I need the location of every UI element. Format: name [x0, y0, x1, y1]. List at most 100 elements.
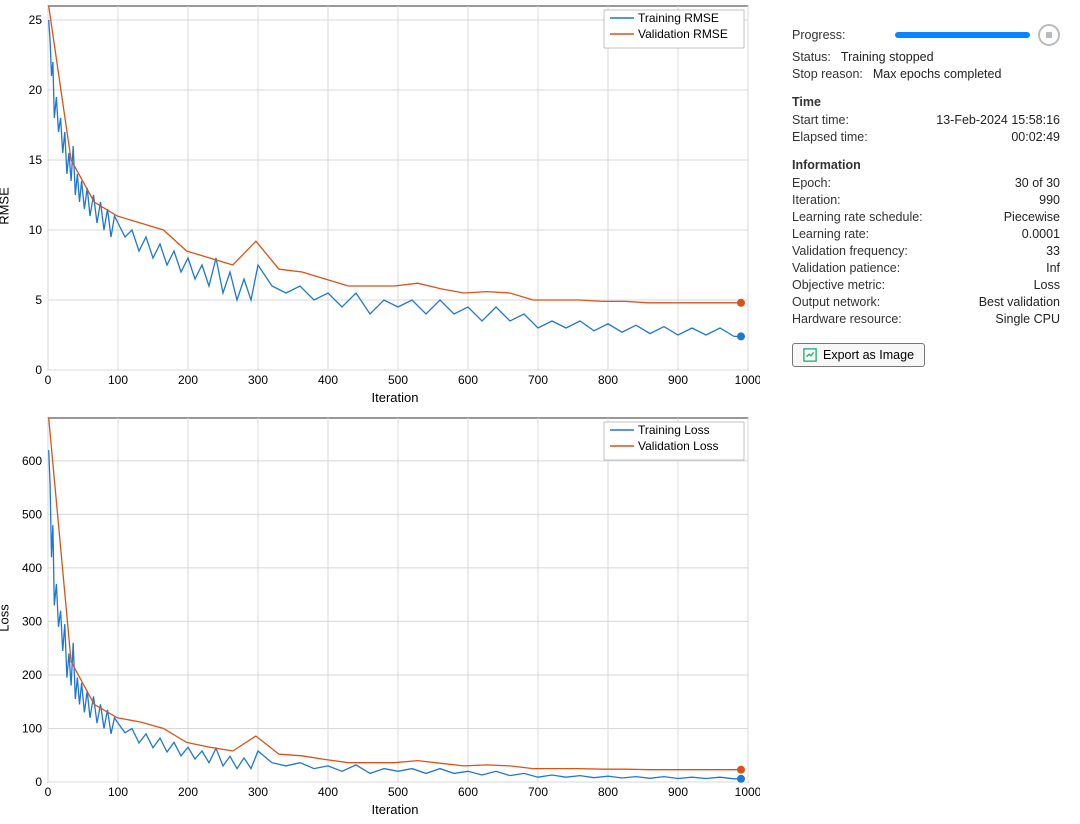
- svg-text:100: 100: [108, 785, 128, 799]
- svg-text:Validation RMSE: Validation RMSE: [638, 27, 728, 41]
- rmse-xlabel: Iteration: [10, 390, 780, 405]
- svg-text:300: 300: [248, 785, 268, 799]
- starttime-label: Start time:: [792, 113, 849, 127]
- svg-text:Validation Loss: Validation Loss: [638, 439, 719, 453]
- rmse-ylabel: RMSE: [0, 187, 12, 225]
- lr-row: Learning rate: 0.0001: [792, 227, 1060, 241]
- stopreason-value: Max epochs completed: [863, 67, 1060, 81]
- iter-label: Iteration:: [792, 193, 841, 207]
- om-row: Objective metric: Loss: [792, 278, 1060, 292]
- epoch-value: 30 of 30: [1015, 176, 1060, 190]
- vf-value: 33: [1046, 244, 1060, 258]
- status-label: Status:: [792, 50, 831, 64]
- rmse-plot: RMSE 01002003004005006007008009001000051…: [10, 0, 780, 412]
- svg-text:Training Loss: Training Loss: [638, 423, 710, 437]
- svg-text:100: 100: [108, 373, 128, 387]
- svg-text:0: 0: [35, 775, 42, 789]
- loss-svg: 0 100 200 300 400 500 600 700 800 900 1000 0 100 200 3…: [10, 412, 760, 804]
- vp-label: Validation patience:: [792, 261, 900, 275]
- svg-text:Training RMSE: Training RMSE: [638, 11, 719, 25]
- svg-text:1000: 1000: [735, 785, 760, 799]
- app-root: RMSE 01002003004005006007008009001000051…: [0, 0, 1080, 824]
- svg-text:15: 15: [29, 153, 43, 167]
- status-panel: Progress: Status:Training stopped Stop r…: [780, 0, 1080, 824]
- svg-text:300: 300: [248, 373, 268, 387]
- lrs-label: Learning rate schedule:: [792, 210, 923, 224]
- vp-row: Validation patience: Inf: [792, 261, 1060, 275]
- on-row: Output network: Best validation: [792, 295, 1060, 309]
- loss-ylabel: Loss: [0, 604, 12, 631]
- on-label: Output network:: [792, 295, 880, 309]
- stopreason-label: Stop reason:: [792, 67, 863, 81]
- svg-text:20: 20: [29, 83, 43, 97]
- svg-text:900: 900: [668, 785, 688, 799]
- svg-text:5: 5: [35, 293, 42, 307]
- svg-text:0: 0: [45, 785, 52, 799]
- starttime-value: 13-Feb-2024 15:58:16: [936, 113, 1060, 127]
- iter-value: 990: [1039, 193, 1060, 207]
- epoch-row: Epoch: 30 of 30: [792, 176, 1060, 190]
- svg-text:100: 100: [22, 721, 42, 735]
- hr-row: Hardware resource: Single CPU: [792, 312, 1060, 326]
- svg-text:700: 700: [528, 785, 548, 799]
- lr-value: 0.0001: [1022, 227, 1060, 241]
- svg-text:400: 400: [318, 785, 338, 799]
- svg-text:500: 500: [22, 507, 42, 521]
- svg-text:500: 500: [388, 373, 408, 387]
- status-row: Status:Training stopped: [792, 50, 1060, 64]
- progress-fill: [895, 32, 1030, 38]
- om-label: Objective metric:: [792, 278, 885, 292]
- svg-text:1000: 1000: [735, 373, 760, 387]
- stop-icon: [1046, 32, 1052, 38]
- svg-text:600: 600: [458, 373, 478, 387]
- vp-value: Inf: [1046, 261, 1060, 275]
- starttime-row: Start time: 13-Feb-2024 15:58:16: [792, 113, 1060, 127]
- on-value: Best validation: [979, 295, 1060, 309]
- svg-text:0: 0: [35, 363, 42, 377]
- loss-plot: Loss 01002003004005006007008009001000010…: [10, 412, 780, 824]
- elapsed-row: Elapsed time: 00:02:49: [792, 130, 1060, 144]
- progress-row: Progress:: [792, 24, 1060, 46]
- svg-text:700: 700: [528, 373, 548, 387]
- svg-text:10: 10: [29, 223, 43, 237]
- info-heading: Information: [792, 158, 1060, 172]
- charts-pane: RMSE 01002003004005006007008009001000051…: [0, 0, 780, 824]
- progress-bar: [895, 32, 1030, 38]
- lrs-row: Learning rate schedule: Piecewise: [792, 210, 1060, 224]
- svg-text:25: 25: [29, 13, 43, 27]
- stop-button[interactable]: [1038, 24, 1060, 46]
- vf-label: Validation frequency:: [792, 244, 908, 258]
- svg-text:900: 900: [668, 373, 688, 387]
- elapsed-label: Elapsed time:: [792, 130, 868, 144]
- export-label: Export as Image: [823, 348, 914, 362]
- lrs-value: Piecewise: [1004, 210, 1060, 224]
- progress-label: Progress:: [792, 28, 887, 42]
- svg-text:800: 800: [598, 373, 618, 387]
- svg-text:200: 200: [22, 668, 42, 682]
- elapsed-value: 00:02:49: [1011, 130, 1060, 144]
- svg-text:500: 500: [388, 785, 408, 799]
- svg-text:800: 800: [598, 785, 618, 799]
- export-button[interactable]: Export as Image: [792, 343, 925, 367]
- svg-text:400: 400: [318, 373, 338, 387]
- stopreason-row: Stop reason:Max epochs completed: [792, 67, 1060, 81]
- hr-value: Single CPU: [995, 312, 1060, 326]
- svg-text:300: 300: [22, 614, 42, 628]
- export-icon: [803, 348, 817, 362]
- rmse-svg: 0 100 200 300 400 500 600 700 800 900 1000 0 5 10 15 20…: [10, 0, 760, 392]
- iter-row: Iteration: 990: [792, 193, 1060, 207]
- svg-text:600: 600: [458, 785, 478, 799]
- svg-text:0: 0: [45, 373, 52, 387]
- vf-row: Validation frequency: 33: [792, 244, 1060, 258]
- status-value: Training stopped: [831, 50, 1060, 64]
- svg-text:200: 200: [178, 373, 198, 387]
- lr-label: Learning rate:: [792, 227, 869, 241]
- om-value: Loss: [1034, 278, 1060, 292]
- svg-text:400: 400: [22, 561, 42, 575]
- epoch-label: Epoch:: [792, 176, 831, 190]
- hr-label: Hardware resource:: [792, 312, 902, 326]
- svg-text:600: 600: [22, 454, 42, 468]
- time-heading: Time: [792, 95, 1060, 109]
- loss-xlabel: Iteration: [10, 802, 780, 817]
- svg-text:200: 200: [178, 785, 198, 799]
